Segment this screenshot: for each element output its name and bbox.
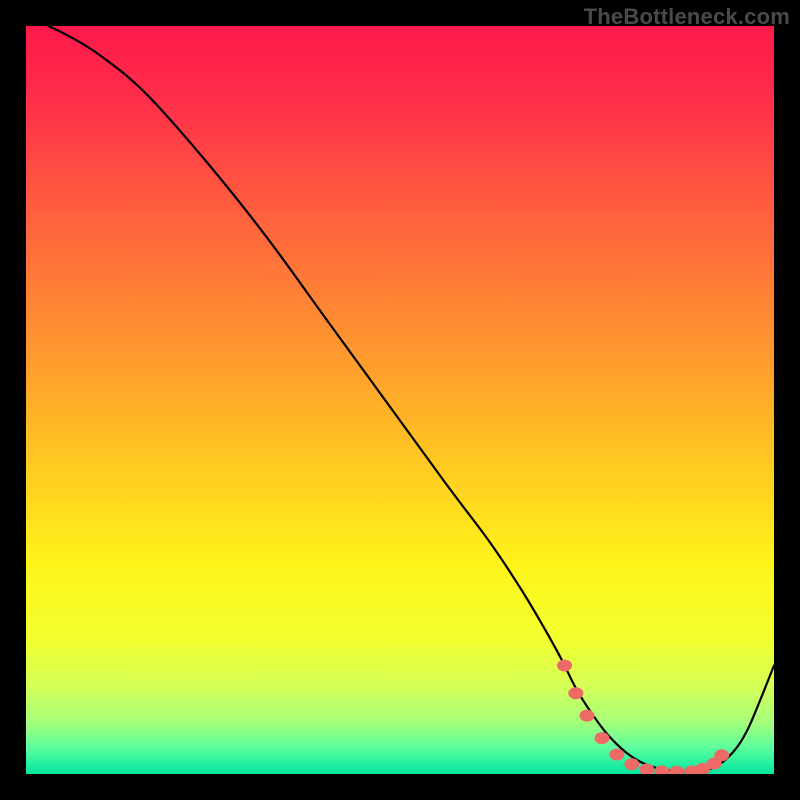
highlight-dot: [557, 660, 572, 672]
highlight-dot: [624, 758, 639, 770]
highlight-dot: [714, 749, 729, 761]
highlight-dot: [580, 710, 595, 722]
watermark-text: TheBottleneck.com: [584, 4, 790, 30]
highlight-dot: [609, 749, 624, 761]
plot-svg: [26, 26, 774, 774]
gradient-background: [26, 26, 774, 774]
highlight-dot: [568, 687, 583, 699]
chart-stage: TheBottleneck.com: [0, 0, 800, 800]
highlight-dot: [594, 732, 609, 744]
plot-area: [26, 26, 774, 774]
